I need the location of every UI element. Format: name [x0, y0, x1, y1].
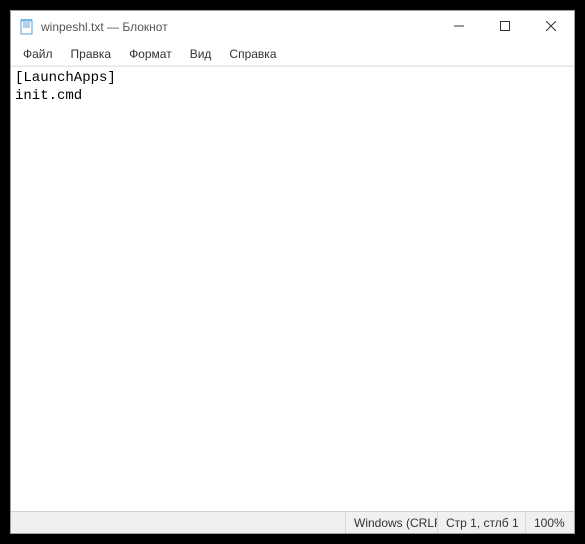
menu-edit[interactable]: Правка	[63, 45, 120, 63]
window-controls	[436, 11, 574, 43]
notepad-window: winpeshl.txt — Блокнот Файл Правка Форма…	[10, 10, 575, 534]
minimize-button[interactable]	[436, 11, 482, 41]
status-caret: Стр 1, стлб 1	[438, 512, 526, 533]
text-editor[interactable]	[11, 67, 574, 511]
status-zoom: 100%	[526, 512, 574, 533]
window-title: winpeshl.txt — Блокнот	[41, 20, 436, 34]
statusbar: Windows (CRLF) Стр 1, стлб 1 100%	[11, 511, 574, 533]
menu-format[interactable]: Формат	[121, 45, 180, 63]
menu-view[interactable]: Вид	[182, 45, 220, 63]
menu-file[interactable]: Файл	[15, 45, 61, 63]
close-button[interactable]	[528, 11, 574, 41]
editor-area	[11, 66, 574, 511]
status-spacer	[11, 512, 346, 533]
notepad-icon	[19, 19, 35, 35]
titlebar[interactable]: winpeshl.txt — Блокнот	[11, 11, 574, 43]
menubar: Файл Правка Формат Вид Справка	[11, 43, 574, 66]
maximize-button[interactable]	[482, 11, 528, 41]
status-encoding: Windows (CRLF)	[346, 512, 438, 533]
menu-help[interactable]: Справка	[221, 45, 284, 63]
